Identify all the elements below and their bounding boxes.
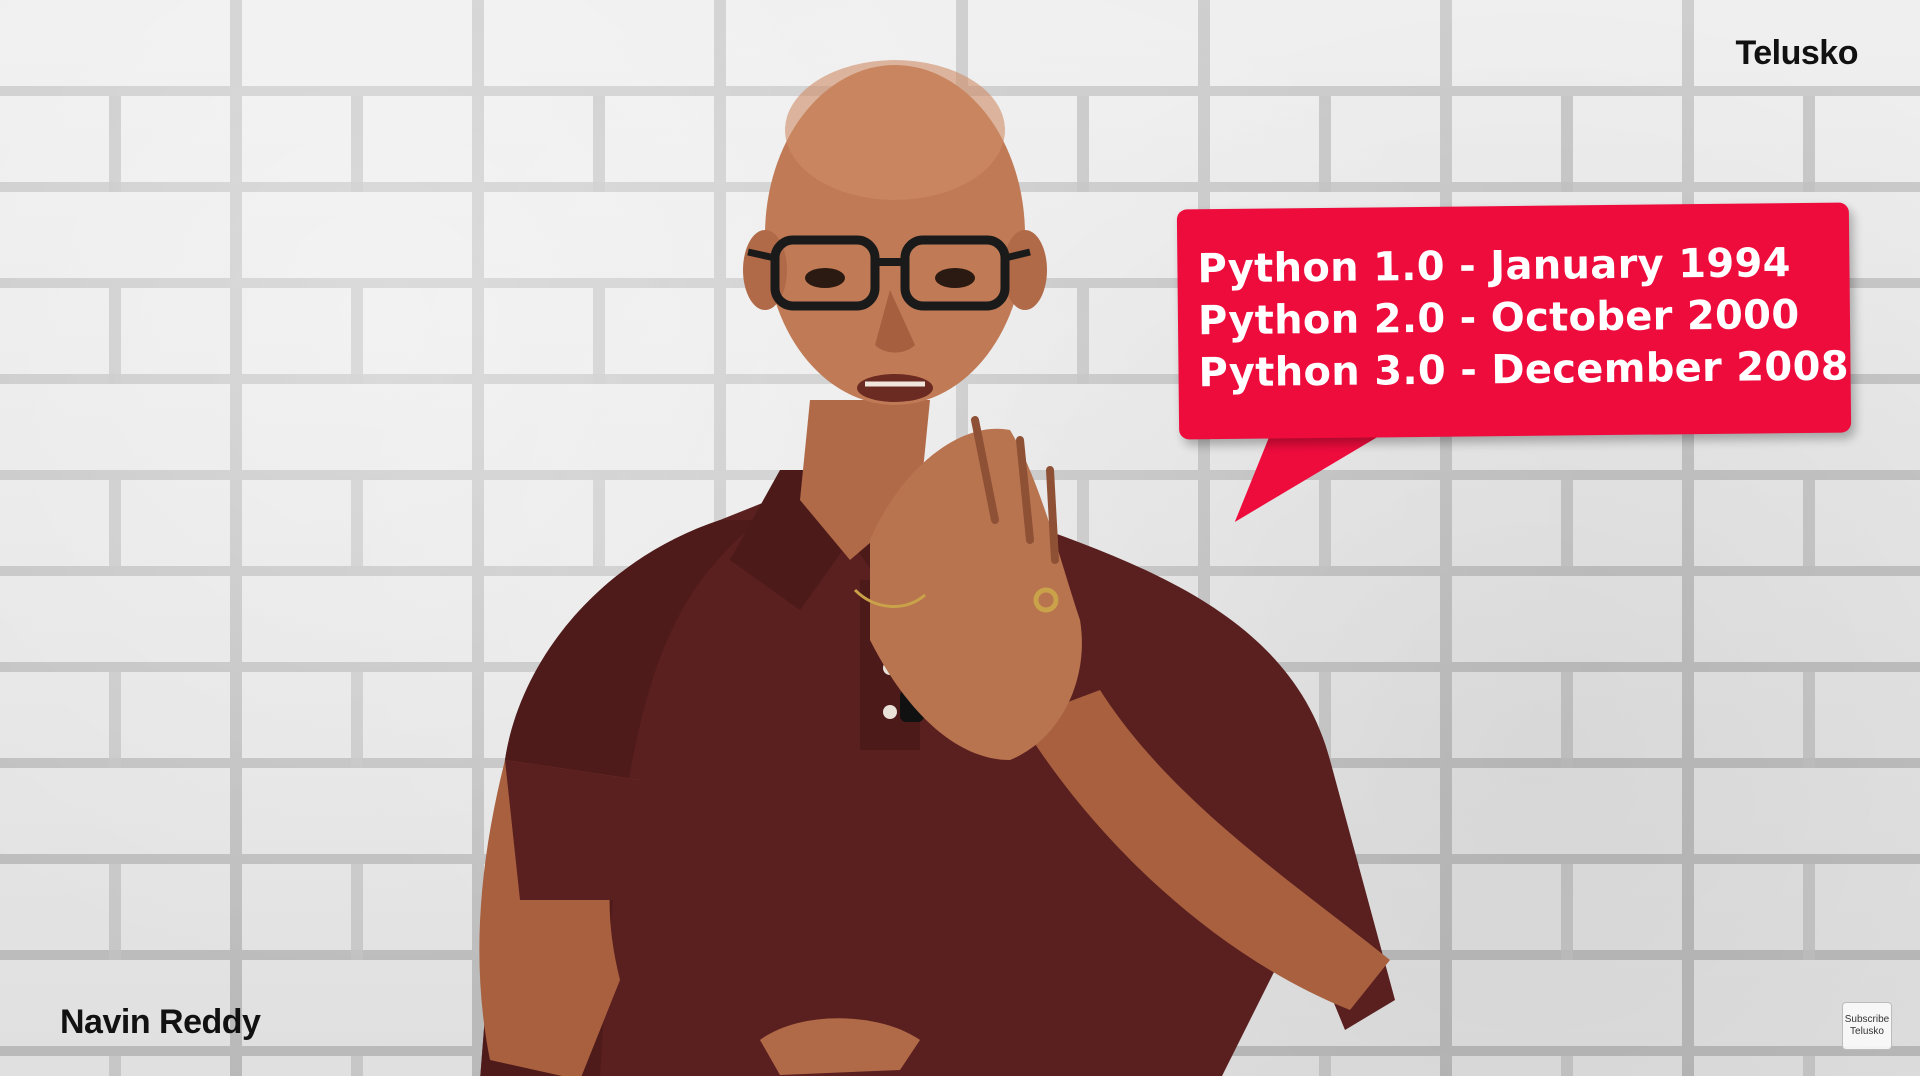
python-release-list: Python 1.0 - January 1994 Python 2.0 - O… [1197,237,1849,400]
bottom-edge-strip [0,1076,1920,1080]
video-frame: Python 1.0 - January 1994 Python 2.0 - O… [0,0,1920,1080]
subscribe-channel-label: Telusko [1850,1026,1884,1037]
release-line-python-1: Python 1.0 - January 1994 [1197,240,1791,293]
release-line-python-2: Python 2.0 - October 2000 [1197,292,1800,345]
presenter-name: Navin Reddy [60,1003,261,1041]
release-line-python-3: Python 3.0 - December 2008 [1198,343,1850,397]
channel-watermark: Telusko [1735,34,1859,72]
subscribe-watermark-button[interactable]: Subscribe Telusko [1842,1002,1892,1050]
shirt-button [883,705,897,719]
presenter-figure [479,60,1395,1080]
mouth [857,374,933,402]
subscribe-label: Subscribe [1844,1014,1890,1025]
speech-bubble: Python 1.0 - January 1994 Python 2.0 - O… [1176,202,1852,440]
